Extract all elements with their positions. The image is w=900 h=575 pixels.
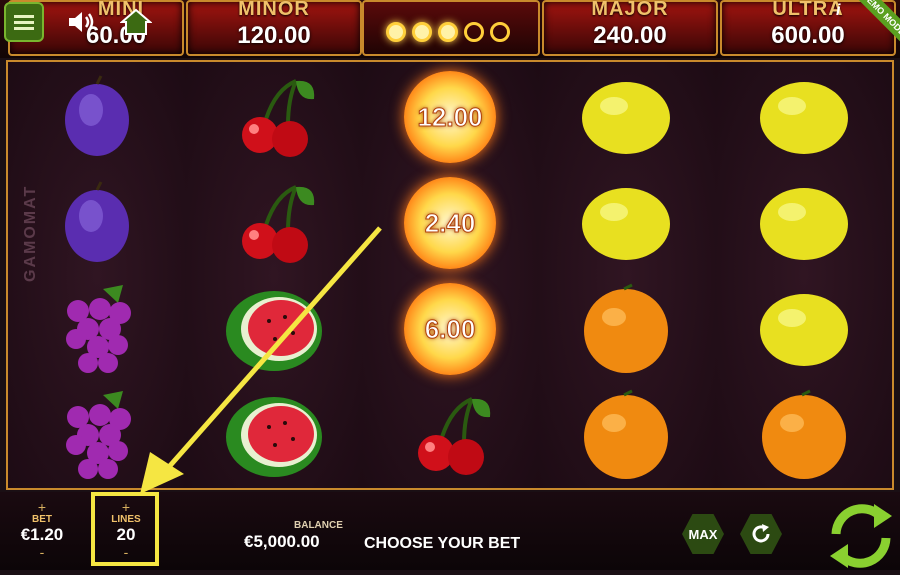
home-icon	[120, 8, 152, 35]
fireball-value: 6.00	[424, 313, 476, 344]
menu-button[interactable]	[4, 2, 44, 42]
jackpot-ultra-value: 600.00	[771, 22, 845, 49]
bet-prompt: CHOOSE YOUR BET	[364, 535, 521, 552]
symbol-orange	[538, 276, 714, 382]
progress-dot-1	[386, 22, 406, 42]
symbol-fireball: 2.40	[362, 170, 538, 276]
bet-label: BET	[32, 514, 52, 525]
jackpot-progress	[362, 0, 540, 56]
bet-decrease-button[interactable]: -	[14, 545, 70, 559]
spin-arrows-icon	[830, 504, 892, 568]
reel-grid: GAMOMAT 12.00 2.40 6.00	[6, 60, 894, 490]
symbol-grapes	[8, 276, 184, 382]
symbol-cherries	[362, 382, 538, 488]
hamburger-icon	[14, 12, 34, 33]
sound-button[interactable]	[64, 6, 100, 38]
balance-label: BALANCE	[294, 520, 343, 531]
bet-value: €1.20	[20, 525, 64, 544]
symbol-fireball: 12.00	[362, 64, 538, 170]
fireball-icon: 12.00	[404, 71, 496, 163]
jackpot-minor: MINOR 120.00	[186, 0, 362, 56]
home-button[interactable]	[118, 6, 154, 38]
bet-increase-button[interactable]: +	[14, 500, 70, 514]
symbol-lemon	[716, 276, 892, 382]
refresh-icon	[752, 524, 770, 543]
progress-dot-2	[412, 22, 432, 42]
symbol-watermelon	[186, 382, 362, 488]
brand-logo: GAMOMAT	[22, 184, 39, 282]
symbol-orange	[716, 382, 892, 488]
info-button[interactable]: i	[836, 2, 852, 22]
progress-dot-5	[490, 22, 510, 42]
jackpot-bar: MINI 60.00 MINOR 120.00 MAJOR 240.00 ULT…	[0, 0, 900, 58]
symbol-lemon	[716, 170, 892, 276]
speaker-icon	[69, 12, 94, 32]
symbol-lemon	[716, 64, 892, 170]
progress-dot-4	[464, 22, 484, 42]
bet-control: + BET €1.20 -	[14, 500, 70, 559]
balance-value: €5,000.00	[244, 532, 320, 551]
symbol-cherries	[186, 170, 362, 276]
symbol-fireball: 6.00	[362, 276, 538, 382]
reel-2	[186, 62, 363, 488]
progress-dot-3	[438, 22, 458, 42]
jackpot-major-label: MAJOR	[591, 0, 669, 20]
reel-4	[538, 62, 717, 488]
symbol-cherries	[186, 64, 362, 170]
fireball-icon: 6.00	[404, 283, 496, 375]
jackpot-minor-value: 120.00	[237, 22, 311, 49]
reel-3: 12.00 2.40 6.00	[362, 62, 539, 488]
symbol-lemon	[538, 64, 714, 170]
fireball-value: 2.40	[424, 207, 476, 238]
jackpot-minor-label: MINOR	[238, 0, 310, 20]
symbol-lemon	[538, 170, 714, 276]
jackpot-major-value: 240.00	[593, 22, 667, 49]
spin-button[interactable]	[818, 498, 900, 570]
reel-5	[716, 62, 892, 488]
jackpot-major: MAJOR 240.00	[542, 0, 718, 56]
symbol-plum	[8, 64, 184, 170]
symbol-grapes	[8, 382, 184, 488]
reel-1: GAMOMAT	[8, 62, 187, 488]
lines-highlight-box	[91, 492, 159, 566]
symbol-orange	[538, 382, 714, 488]
symbol-watermelon	[186, 276, 362, 382]
fireball-icon: 2.40	[404, 177, 496, 269]
fireball-value: 12.00	[417, 101, 483, 132]
